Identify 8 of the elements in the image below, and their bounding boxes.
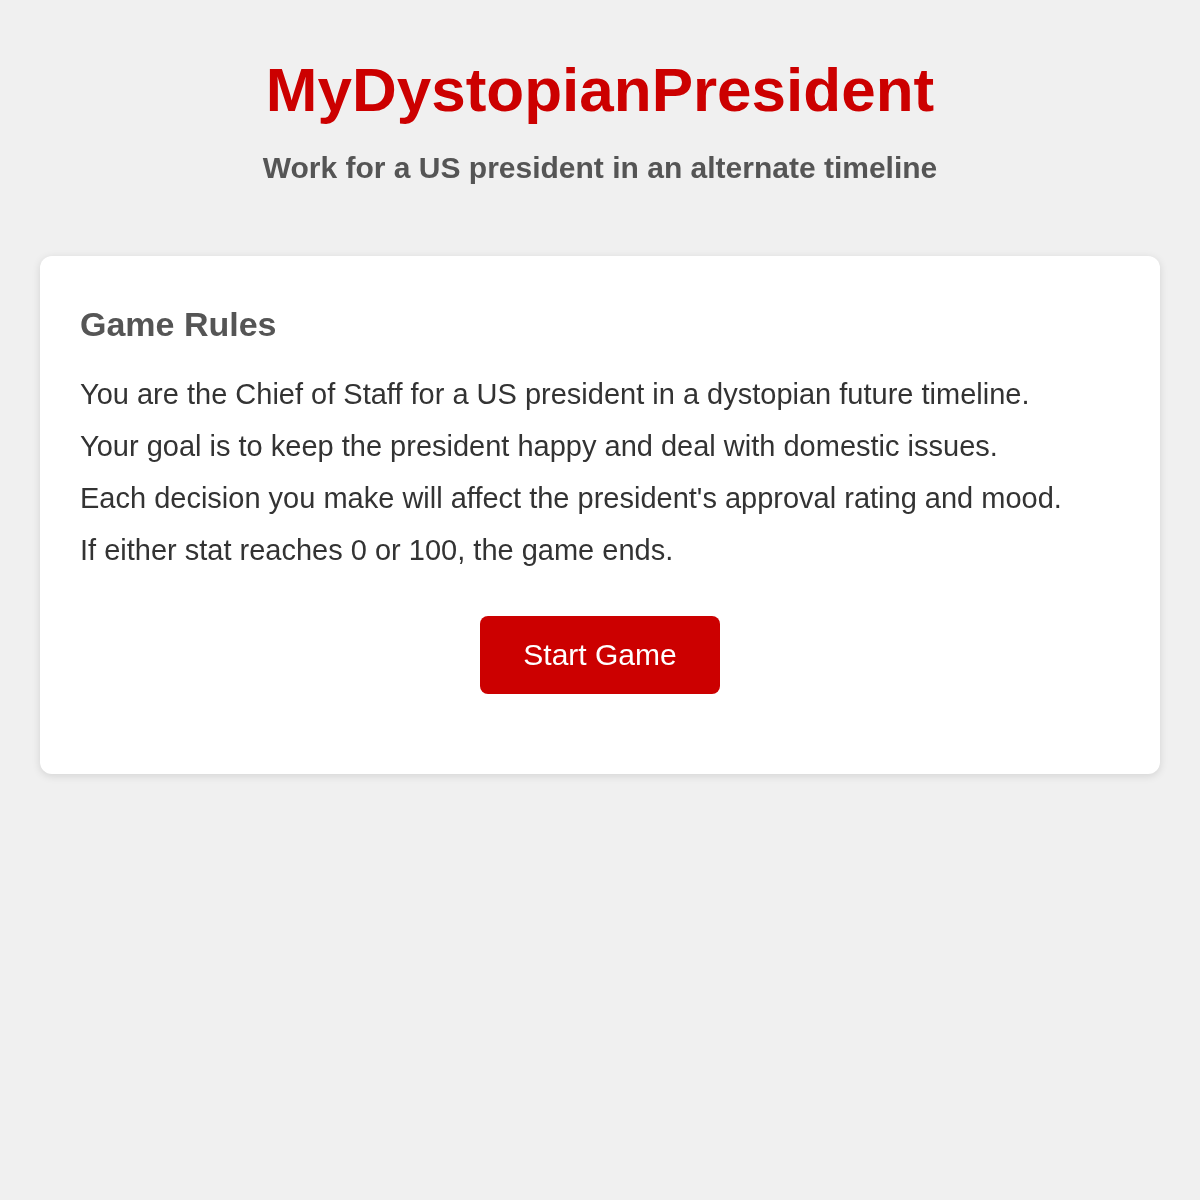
app-subtitle: Work for a US president in an alternate timeline <box>262 150 938 186</box>
rule-text: Each decision you make will affect the president's approval rating and mood. <box>80 481 1063 516</box>
rule-text: You are the Chief of Staff for a US president in a dystopian future timeline. <box>80 377 1031 412</box>
app-title: MyDystopianPresident <box>265 54 935 126</box>
rule-text: If either stat reaches 0 or 100, the game ends. <box>80 533 675 568</box>
start-game-button[interactable]: Start Game <box>480 616 720 694</box>
rule-text: Your goal is to keep the president happy and deal with domestic issues. <box>80 429 999 464</box>
card-heading: Game Rules <box>80 304 278 344</box>
